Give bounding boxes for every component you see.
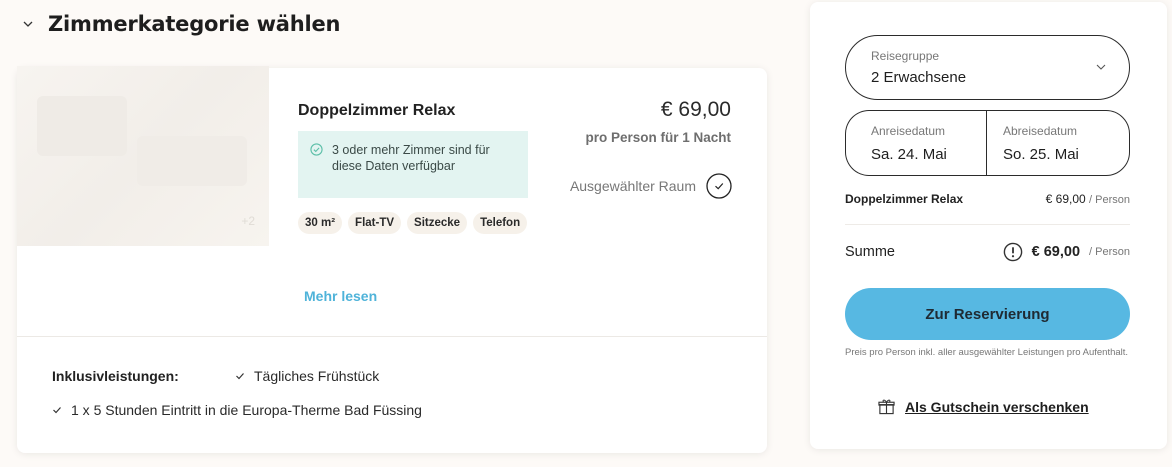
gift-voucher-label: Als Gutschein verschenken bbox=[905, 398, 1089, 415]
amenity-tag: 30 m² bbox=[298, 212, 343, 234]
chevron-down-icon bbox=[23, 21, 33, 27]
check-icon bbox=[236, 373, 244, 380]
availability-notice: 3 oder mehr Zimmer sind für diese Daten … bbox=[298, 131, 528, 198]
section-title: Zimmerkategorie wählen bbox=[48, 12, 341, 36]
gift-voucher-link[interactable]: Als Gutschein verschenken bbox=[878, 398, 1089, 415]
amenity-tag: Sitzecke bbox=[407, 212, 468, 234]
chevron-down-icon bbox=[1096, 64, 1106, 70]
line-item-row: Doppelzimmer Relax € 69,00 / Person bbox=[845, 192, 1130, 206]
departure-date-value: So. 25. Mai bbox=[1003, 146, 1079, 163]
booking-summary: Reisegruppe 2 Erwachsene Anreisedatum Sa… bbox=[810, 2, 1167, 449]
total-amount: € 69,00 bbox=[1031, 244, 1081, 260]
room-card: +2 Doppelzimmer Relax 3 oder mehr Zimmer… bbox=[17, 66, 767, 453]
check-icon bbox=[53, 407, 61, 414]
travel-group-label: Reisegruppe bbox=[871, 49, 940, 63]
room-image[interactable]: +2 bbox=[17, 66, 269, 246]
line-item-name: Doppelzimmer Relax bbox=[845, 192, 964, 206]
total-label: Summe bbox=[845, 244, 895, 260]
price-note: pro Person für 1 Nacht bbox=[585, 130, 731, 145]
line-item-amount: € 69,00 bbox=[1045, 192, 1086, 206]
line-item-price: € 69,00 / Person bbox=[1046, 192, 1130, 206]
amenity-tag: Telefon bbox=[473, 212, 528, 234]
amenity-tag: Flat-TV bbox=[348, 212, 402, 234]
check-circle-icon bbox=[310, 143, 323, 156]
room-price: € 69,00 bbox=[660, 98, 731, 121]
price-disclaimer: Preis pro Person inkl. aller ausgewählte… bbox=[845, 347, 1129, 358]
per-person-suffix: / Person bbox=[1089, 194, 1130, 206]
amenity-tags: 30 m² Flat-TV Sitzecke Telefon bbox=[298, 212, 538, 234]
departure-date-field[interactable]: Abreisedatum So. 25. Mai bbox=[986, 110, 1130, 176]
inclusions-label: Inklusivleistungen: bbox=[52, 368, 179, 384]
inclusion-item: 1 x 5 Stunden Eintritt in die Europa-The… bbox=[52, 402, 422, 418]
per-person-suffix: / Person bbox=[1089, 246, 1130, 258]
room-title: Doppelzimmer Relax bbox=[298, 102, 456, 119]
divider bbox=[845, 224, 1130, 225]
selected-room-toggle[interactable]: Ausgewählter Raum bbox=[570, 173, 732, 199]
image-count-badge: +2 bbox=[241, 214, 255, 228]
gift-icon bbox=[878, 399, 895, 415]
availability-text: 3 oder mehr Zimmer sind für diese Daten … bbox=[332, 143, 490, 173]
arrival-date-label: Anreisedatum bbox=[871, 124, 946, 138]
divider bbox=[17, 336, 767, 337]
inclusion-text: Tägliches Frühstück bbox=[254, 368, 380, 384]
departure-date-label: Abreisedatum bbox=[1003, 124, 1078, 138]
inclusion-item: Tägliches Frühstück bbox=[235, 368, 379, 384]
travel-group-select[interactable]: Reisegruppe 2 Erwachsene bbox=[845, 35, 1130, 100]
arrival-date-value: Sa. 24. Mai bbox=[871, 146, 947, 163]
read-more-link[interactable]: Mehr lesen bbox=[304, 288, 377, 304]
total-price: € 69,00 / Person bbox=[1003, 242, 1130, 262]
inclusion-text: 1 x 5 Stunden Eintritt in die Europa-The… bbox=[71, 402, 422, 418]
info-icon[interactable] bbox=[1003, 242, 1023, 262]
reservation-button[interactable]: Zur Reservierung bbox=[845, 288, 1130, 340]
arrival-date-field[interactable]: Anreisedatum Sa. 24. Mai bbox=[845, 110, 988, 176]
selected-room-label: Ausgewählter Raum bbox=[569, 178, 696, 194]
section-header[interactable]: Zimmerkategorie wählen bbox=[22, 12, 340, 36]
check-circle-icon[interactable] bbox=[706, 173, 732, 199]
total-row: Summe € 69,00 / Person bbox=[845, 242, 1130, 262]
travel-group-value: 2 Erwachsene bbox=[871, 69, 967, 86]
